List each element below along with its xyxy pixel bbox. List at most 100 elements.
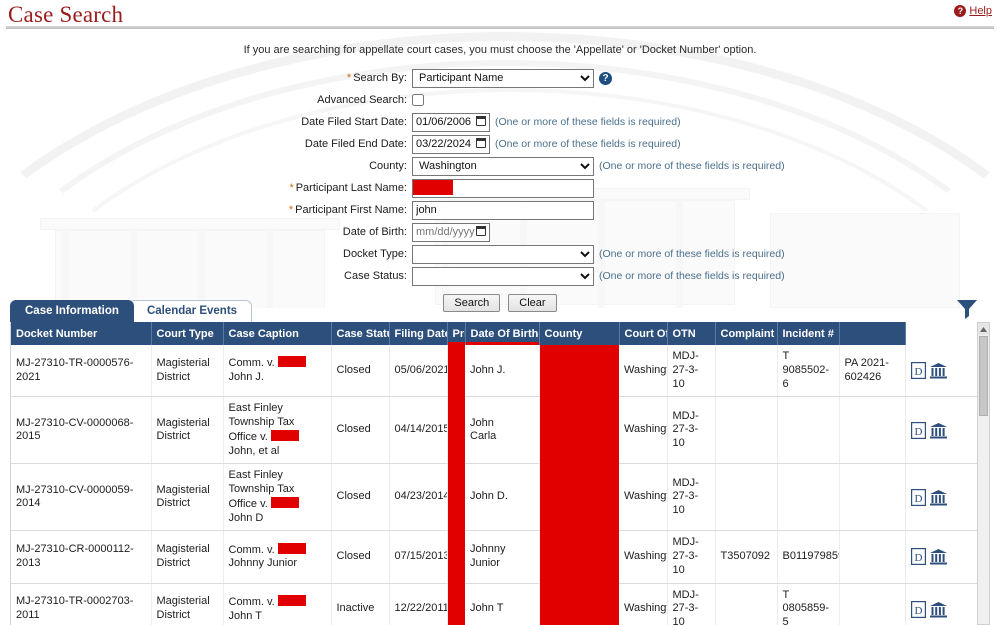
column-header-court-office[interactable]: Court Office [619, 322, 668, 345]
date-filed-end-input[interactable] [412, 134, 490, 154]
case-status-select[interactable] [412, 266, 594, 286]
tab-calendar-events[interactable]: Calendar Events [127, 300, 253, 322]
cell-case-caption: East Finley Township Tax Office v.John D [223, 463, 332, 532]
county-hint: (One or more of these fields is required… [599, 160, 785, 172]
column-header-incident[interactable]: Incident # [777, 322, 840, 345]
cell-case-caption: Comm. v.Johnny Junior [223, 530, 332, 584]
cell-filing-date: 05/06/2021 [389, 345, 448, 398]
case-status-label: Case Status: [344, 270, 407, 282]
field-row-county: County: Washington (One or more of these… [0, 156, 1000, 176]
county-select[interactable]: Washington [412, 156, 594, 176]
cell-county: Washington [619, 583, 668, 625]
caption-suffix: John J. [228, 371, 264, 384]
courthouse-icon[interactable] [929, 489, 951, 506]
cell-date-of-birth [539, 530, 619, 583]
cell-date-of-birth [539, 583, 619, 625]
table-body: MJ-27310-TR-0000576-2021 Magisterial Dist… [11, 345, 979, 625]
case-status-hint: (One or more of these fields is required… [599, 270, 785, 282]
cell-row-actions: D [905, 463, 979, 532]
column-header-docket-number[interactable]: Docket Number [11, 322, 152, 345]
search-by-select[interactable]: Participant Name [412, 68, 594, 88]
table-row[interactable]: MJ-27310-TR-0002703-2011 Magisterial Dist… [11, 583, 979, 625]
cell-incident-number [839, 530, 906, 584]
tab-case-information[interactable]: Case Information [10, 300, 134, 322]
table-row[interactable]: MJ-27310-CR-0000112-2013 Magisterial Dist… [11, 530, 979, 584]
cell-otn [715, 396, 778, 465]
column-header-primary-participant-s[interactable]: Primary Participant(s) [447, 322, 466, 345]
cell-otn [715, 345, 778, 398]
cell-court-type: Magisterial District [151, 530, 224, 584]
field-row-docket-type: Docket Type: (One or more of these field… [0, 244, 1000, 264]
docket-type-select[interactable] [412, 244, 594, 264]
table-row[interactable]: MJ-27310-CV-0000068-2015 Magisterial Dist… [11, 396, 979, 465]
courthouse-icon[interactable] [929, 363, 951, 379]
date-filed-start-input[interactable] [412, 112, 490, 132]
cell-court-office: MDJ-27-3-10 [667, 463, 716, 532]
cell-primary-participants: John J. [465, 345, 540, 398]
cell-participant-redaction [447, 463, 465, 531]
docket-type-label: Docket Type: [343, 248, 407, 260]
document-d-icon[interactable]: D [910, 361, 929, 380]
cell-primary-participants: John T [465, 583, 540, 625]
participant-name: Carla [470, 430, 497, 443]
cell-case-caption: East Finley Township Tax Office v.John, … [223, 396, 332, 465]
caption-redaction [270, 496, 299, 508]
participant-name: John J. [470, 363, 506, 376]
column-header-date-of-birth-s[interactable]: Date Of Birth(s) [465, 322, 540, 345]
cell-docket-number: MJ-27310-TR-0000576-2021 [11, 345, 152, 398]
document-d-icon[interactable]: D [910, 421, 929, 439]
caption-suffix: John, et al [228, 444, 280, 457]
help-label[interactable]: Help [969, 5, 992, 17]
field-row-date-filed-end: Date Filed End Date: (One or more of the… [0, 134, 1000, 154]
svg-text:D: D [914, 552, 922, 564]
cell-complaint-number: T 9085502-6 [777, 345, 840, 398]
advanced-search-checkbox[interactable] [412, 94, 424, 106]
courthouse-icon[interactable] [929, 601, 951, 618]
required-marker: * [289, 182, 294, 194]
funnel-filter-icon[interactable] [956, 299, 978, 322]
scrollbar-thumb[interactable] [979, 336, 988, 416]
cell-court-office: MDJ-27-3-10 [667, 530, 716, 584]
courthouse-icon[interactable] [929, 549, 951, 565]
column-header-otn[interactable]: OTN [667, 322, 716, 345]
cell-filing-date: 07/15/2013 [389, 530, 448, 584]
column-header-court-type[interactable]: Court Type [151, 322, 224, 345]
document-d-icon[interactable]: D [910, 600, 929, 618]
table-row[interactable]: MJ-27310-TR-0000576-2021 Magisterial Dist… [11, 345, 979, 398]
cell-case-caption: Comm. v.John T [223, 583, 332, 625]
column-header-filing-date[interactable]: Filing Date [389, 322, 448, 345]
required-marker: * [288, 204, 294, 216]
search-by-help-icon[interactable]: ? [599, 71, 612, 85]
cell-docket-number: MJ-27310-TR-0002703-2011 [11, 583, 152, 625]
cell-primary-participants: John D. [465, 463, 540, 532]
help-link[interactable]: ? Help [954, 5, 992, 17]
caption-prefix: Comm. v. [228, 595, 275, 608]
cell-case-status: Inactive [331, 583, 390, 625]
table-row[interactable]: MJ-27310-CV-0000059-2014 Magisterial Dist… [11, 463, 979, 532]
cell-county: Washington [619, 530, 668, 584]
column-header-complaint[interactable]: Complaint # [715, 322, 778, 345]
required-marker: * [346, 72, 352, 84]
cell-date-of-birth [539, 463, 619, 531]
results-scrollbar[interactable] [977, 322, 990, 625]
scroll-up-arrow[interactable] [978, 323, 989, 335]
courthouse-icon[interactable] [929, 422, 951, 439]
cell-participant-redaction [447, 583, 465, 625]
column-header-actions[interactable] [839, 322, 906, 345]
cell-row-actions: D [905, 530, 979, 584]
document-d-icon[interactable]: D [910, 488, 929, 506]
column-header-case-status[interactable]: Case Status [331, 322, 390, 345]
participant-first-name-input[interactable] [412, 200, 594, 220]
document-d-icon[interactable]: D [910, 548, 929, 566]
advanced-search-label: Advanced Search: [317, 94, 407, 106]
date-of-birth-input[interactable] [412, 222, 490, 242]
cell-county: Washington [619, 396, 668, 465]
column-header-case-caption[interactable]: Case Caption [223, 322, 332, 345]
field-row-search-by: * Search By: Participant Name ? [0, 68, 1000, 88]
clear-button[interactable]: Clear [508, 294, 557, 312]
search-button[interactable]: Search [443, 294, 501, 312]
field-row-date-of-birth: Date of Birth: [0, 222, 1000, 242]
column-header-county[interactable]: County [539, 322, 620, 345]
cell-court-type: Magisterial District [151, 345, 224, 398]
cell-row-actions: D [905, 345, 979, 398]
